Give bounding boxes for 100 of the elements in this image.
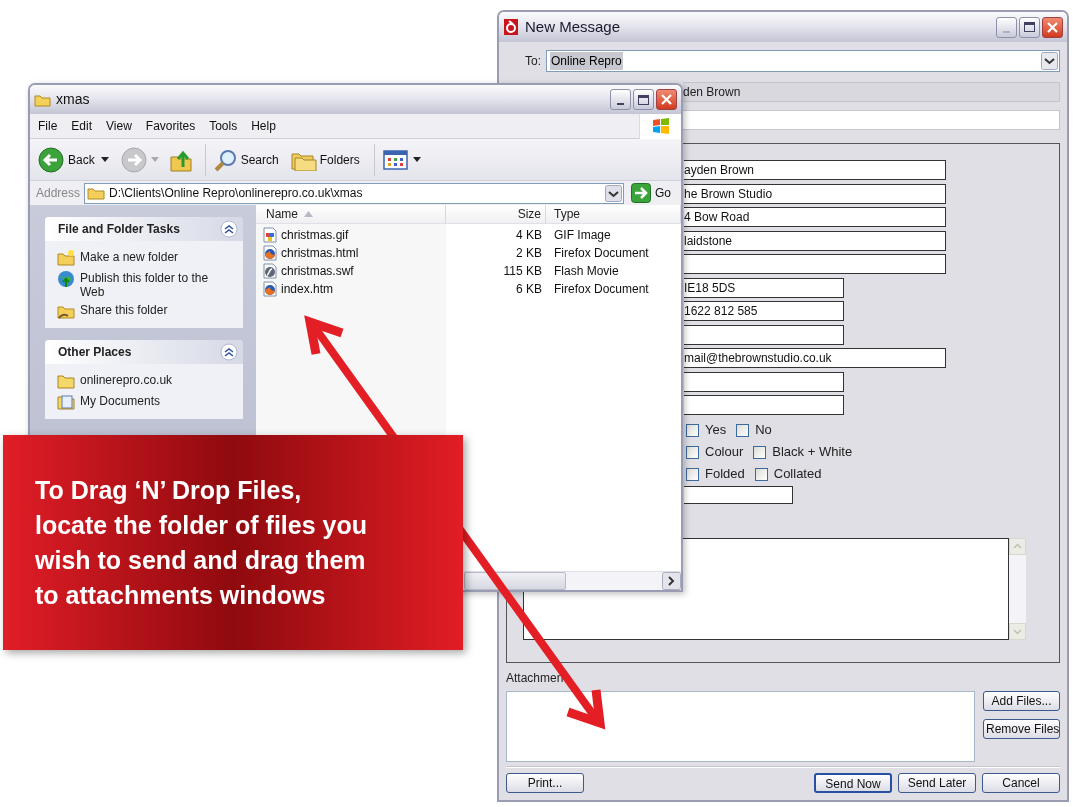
window-title: New Message [525, 16, 622, 37]
column-header[interactable]: Type [546, 205, 681, 223]
address-value: D:\Clients\Online Repro\onlinerepro.co.uk\xmas [109, 185, 364, 202]
close-icon[interactable] [661, 94, 672, 105]
file-size: 6 KB [516, 281, 542, 298]
file-size: 4 KB [516, 227, 542, 244]
checkbox[interactable] [686, 467, 699, 481]
dialog-button[interactable]: Send Later [898, 773, 976, 793]
checkbox[interactable] [736, 423, 750, 437]
minimize-button[interactable] [610, 89, 631, 110]
file-size: 115 KB [503, 263, 542, 280]
text-field[interactable]: ayden Brown [684, 160, 946, 180]
column-header[interactable]: Size [446, 205, 546, 223]
text-field[interactable]: laidstone [684, 230, 946, 251]
recipient-value: Online Repro [550, 52, 623, 70]
menu-item[interactable]: Tools [203, 117, 244, 135]
window-title: xmas [56, 90, 91, 109]
file-name[interactable]: christmas.html [281, 244, 359, 262]
side-action-button[interactable]: Add Files... [983, 691, 1060, 711]
close-icon[interactable] [1047, 21, 1058, 33]
print-button[interactable]: Print... [506, 773, 584, 793]
checkbox[interactable] [754, 467, 768, 481]
caret-icon[interactable] [412, 156, 421, 163]
recipient-dropdown[interactable]: Online Repro [546, 50, 1060, 72]
checkbox[interactable] [686, 445, 699, 459]
task-link[interactable]: My Documents [80, 393, 230, 408]
checkbox[interactable] [686, 423, 699, 437]
documents-folder-icon [57, 393, 75, 411]
file-type: GIF Image [554, 227, 611, 244]
checkbox[interactable] [753, 445, 767, 459]
file-type: Flash Movie [554, 263, 619, 280]
app-icon [503, 18, 519, 36]
file-type: Firefox Document [554, 281, 649, 298]
folder-icon [34, 92, 51, 107]
text-field[interactable] [684, 254, 946, 274]
sender-field: den Brown [683, 82, 1060, 102]
go-arrow-icon [631, 183, 651, 203]
checkbox-label: Folded [705, 465, 745, 484]
close-button[interactable] [656, 89, 677, 110]
movie-file-icon [262, 263, 278, 279]
file-type: Firefox Document [554, 245, 649, 262]
checkbox-label: Colour [705, 443, 744, 462]
back-button[interactable]: Back [38, 143, 97, 176]
search-button[interactable]: Search [213, 143, 279, 176]
checkbox-label: No [755, 421, 772, 440]
task-link[interactable]: Make a new folder [80, 249, 230, 264]
attachments-label: Attachmen [506, 671, 564, 685]
panel-title: File and Folder Tasks [58, 221, 180, 238]
text-field[interactable]: he Brown Studio [684, 183, 946, 204]
text-field[interactable]: mail@thebrownstudio.co.uk [684, 348, 946, 368]
new-folder-icon [57, 249, 75, 267]
text-field[interactable] [684, 324, 844, 345]
globe-icon [57, 270, 75, 288]
menu-item[interactable]: Favorites [139, 117, 202, 135]
flag-icon [650, 117, 671, 135]
scroll-right-icon[interactable] [662, 572, 681, 590]
side-action-button[interactable]: Remove Files [983, 719, 1060, 739]
menu-item[interactable]: View [100, 117, 138, 135]
column-header[interactable]: Name [256, 205, 446, 223]
caret-icon[interactable] [100, 156, 109, 163]
search-icon [213, 147, 238, 172]
views-grid-icon[interactable] [382, 148, 409, 171]
menu-item[interactable]: File [32, 117, 64, 135]
menu-item[interactable]: Help [245, 117, 282, 135]
text-field[interactable] [684, 371, 844, 392]
folders-button[interactable]: Folders [290, 143, 360, 176]
web-page-icon [262, 281, 278, 297]
maximize-button[interactable] [633, 89, 654, 110]
text-field[interactable] [684, 395, 844, 415]
file-size: 2 KB [516, 245, 542, 262]
task-link[interactable]: Share this folder [80, 302, 230, 317]
dialog-button[interactable]: Cancel [982, 773, 1060, 793]
menu-item[interactable]: Edit [65, 117, 99, 135]
text-field[interactable]: IE18 5DS [684, 277, 844, 298]
horizontal-scrollbar[interactable] [464, 571, 681, 590]
go-button[interactable]: Go [631, 183, 675, 203]
task-link[interactable]: Publish this folder to the Web [80, 270, 230, 299]
file-name[interactable]: index.htm [281, 280, 334, 298]
maximize-button[interactable] [1019, 16, 1040, 38]
sort-arrow-icon [304, 211, 313, 217]
address-field[interactable]: D:\Clients\Online Repro\onlinerepro.co.uk\xmas [84, 182, 624, 204]
attachments-list[interactable] [506, 691, 975, 762]
collapse-icon[interactable] [220, 343, 238, 361]
dialog-button[interactable]: Send Now [814, 773, 892, 793]
folder-icon [57, 372, 75, 390]
text-field[interactable]: 4 Bow Road [684, 207, 946, 227]
text-field[interactable]: 1622 812 585 [684, 301, 844, 321]
image-file-icon [262, 227, 278, 243]
checkbox-label: Collated [773, 465, 822, 484]
close-button[interactable] [1042, 16, 1063, 38]
text-field[interactable] [684, 486, 793, 504]
panel-title: Other Places [58, 344, 132, 361]
file-name[interactable]: christmas.swf [281, 262, 354, 280]
checkbox-label: Black + White [772, 443, 853, 462]
folder-icon [87, 186, 106, 200]
web-page-icon [262, 245, 278, 261]
task-link[interactable]: onlinerepro.co.uk [80, 372, 230, 387]
file-name[interactable]: christmas.gif [281, 226, 349, 244]
collapse-icon[interactable] [220, 220, 238, 238]
subject-field[interactable] [683, 110, 1060, 130]
